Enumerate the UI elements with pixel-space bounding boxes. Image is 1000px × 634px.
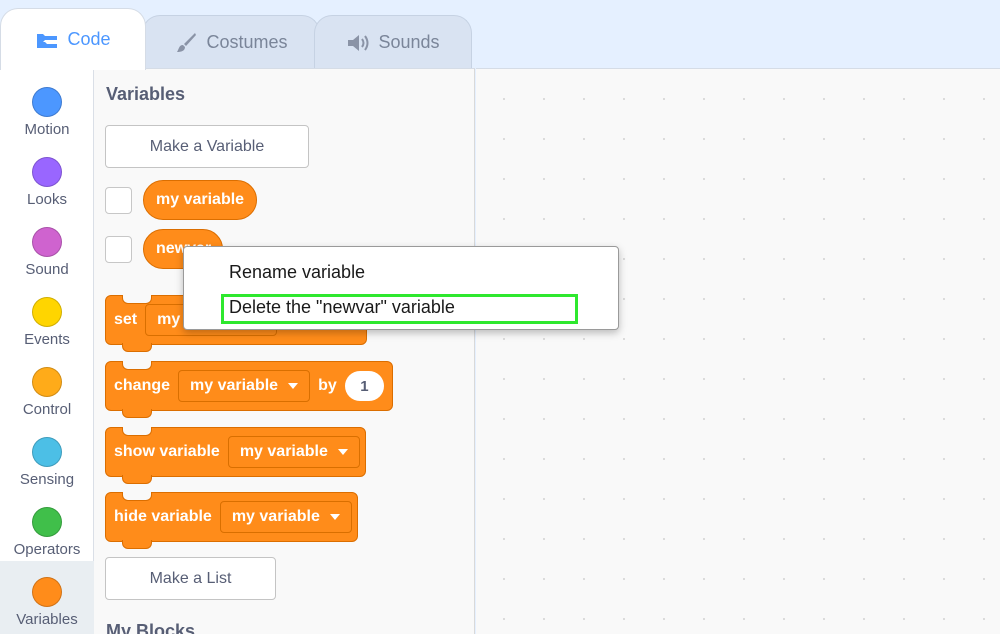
my-blocks-section-title: My Blocks — [106, 621, 196, 634]
block-palette: Variables Make a Variable my variable ne… — [94, 68, 475, 634]
editor-tabs: Code Costumes Sounds — [0, 0, 1000, 70]
category-label: Control — [22, 401, 72, 418]
sound-dot-icon — [32, 227, 62, 257]
caret-down-icon — [288, 383, 299, 389]
block-label: hide variable — [114, 508, 212, 525]
sensing-dot-icon — [32, 437, 62, 467]
caret-down-icon — [337, 449, 348, 455]
category-events[interactable]: Events — [0, 287, 94, 357]
tab-code-label: Code — [67, 29, 111, 49]
variable-checkbox[interactable] — [105, 187, 132, 214]
category-motion[interactable]: Motion — [0, 77, 94, 147]
block-label: by — [318, 377, 337, 394]
category-operators[interactable]: Operators — [0, 497, 94, 567]
category-label: Sound — [25, 261, 69, 278]
looks-dot-icon — [32, 157, 62, 187]
category-sound[interactable]: Sound — [0, 217, 94, 287]
motion-dot-icon — [32, 87, 62, 117]
variable-context-menu: Rename variable Delete the "newvar" vari… — [183, 246, 619, 330]
dropdown-value: my variable — [231, 508, 320, 525]
category-sensing[interactable]: Sensing — [0, 427, 94, 497]
script-workspace[interactable] — [476, 68, 1000, 634]
change-amount-input[interactable]: 1 — [344, 371, 384, 401]
speaker-icon — [346, 33, 370, 53]
tab-costumes[interactable]: Costumes — [142, 15, 320, 69]
change-variable-block[interactable]: change my variable by 1 — [105, 361, 393, 418]
tab-costumes-label: Costumes — [206, 32, 288, 52]
variable-dropdown[interactable]: my variable — [219, 501, 352, 533]
category-variables[interactable]: Variables — [0, 561, 94, 634]
code-blocks-icon — [35, 30, 59, 50]
category-label: Operators — [13, 541, 81, 558]
category-label: Sensing — [19, 471, 75, 488]
dropdown-value: my variable — [239, 443, 328, 460]
tab-sounds-label: Sounds — [378, 32, 440, 52]
paintbrush-icon — [174, 32, 198, 53]
variable-dropdown[interactable]: my variable — [178, 370, 311, 402]
variable-checkbox[interactable] — [105, 236, 132, 263]
block-label: change — [114, 377, 171, 394]
control-dot-icon — [32, 367, 62, 397]
rename-variable-menu-item[interactable]: Rename variable — [229, 262, 365, 283]
variable-dropdown[interactable]: my variable — [227, 436, 360, 468]
category-label: Variables — [16, 611, 78, 628]
show-variable-block[interactable]: show variable my variable — [105, 427, 366, 484]
block-label: set — [114, 311, 138, 328]
block-label: show variable — [114, 443, 220, 460]
dropdown-value: my variable — [190, 377, 279, 394]
caret-down-icon — [329, 514, 340, 520]
hide-variable-block[interactable]: hide variable my variable — [105, 492, 358, 549]
tab-sounds[interactable]: Sounds — [314, 15, 472, 69]
variable-reporter-my-variable[interactable]: my variable — [143, 180, 258, 220]
events-dot-icon — [32, 297, 62, 327]
category-looks[interactable]: Looks — [0, 147, 94, 217]
tab-code[interactable]: Code — [0, 8, 146, 70]
category-label: Looks — [26, 191, 68, 208]
category-control[interactable]: Control — [0, 357, 94, 427]
category-label: Motion — [24, 121, 70, 138]
variables-dot-icon — [32, 577, 62, 607]
category-label: Events — [24, 331, 70, 348]
make-variable-button[interactable]: Make a Variable — [105, 125, 309, 168]
category-menu: Motion Looks Sound Events Control Sensin… — [0, 68, 94, 634]
make-list-button[interactable]: Make a List — [105, 557, 276, 600]
operators-dot-icon — [32, 507, 62, 537]
selection-highlight — [221, 294, 578, 324]
variables-section-title: Variables — [106, 84, 186, 104]
